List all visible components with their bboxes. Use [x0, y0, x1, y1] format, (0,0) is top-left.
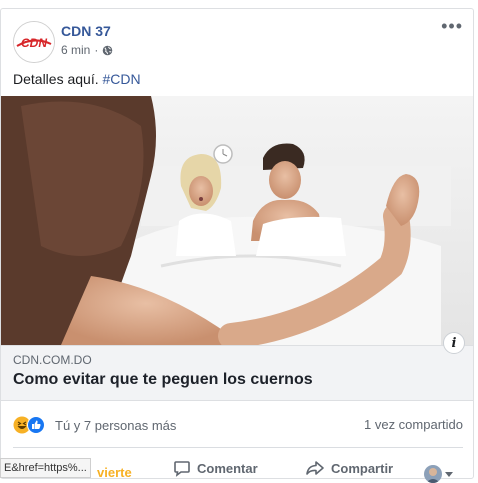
meta-separator: · [94, 43, 99, 57]
more-options-icon[interactable]: ••• [441, 17, 463, 35]
comment-button[interactable]: Comentar [173, 459, 258, 477]
audience-selector[interactable] [424, 465, 453, 483]
link-title[interactable]: Como evitar que te peguen los cuernos [13, 371, 313, 389]
comment-icon [174, 461, 190, 477]
link-domain: CDN.COM.DO [13, 353, 92, 367]
chevron-down-icon [445, 471, 453, 477]
user-avatar [424, 465, 442, 483]
post-text: Detalles aquí. #CDN [13, 71, 141, 87]
reactions-count[interactable]: Tú y 7 personas más [55, 418, 176, 433]
info-icon[interactable]: i [443, 332, 465, 354]
actions-divider [13, 447, 463, 448]
shares-count[interactable]: 1 vez compartido [364, 417, 463, 432]
post-card: CDN CDN 37 6 min · ••• Detalles aquí. #C… [0, 8, 474, 483]
share-icon [306, 461, 324, 475]
post-time[interactable]: 6 min [61, 43, 90, 57]
page-name-link[interactable]: CDN 37 [61, 23, 111, 39]
post-photo [1, 96, 473, 345]
link-preview-image[interactable] [1, 96, 473, 345]
status-url-tooltip: E&href=https%... [0, 458, 91, 478]
post-header: CDN CDN 37 6 min · ••• [13, 17, 463, 63]
cdn-logo-icon: CDN [14, 22, 54, 62]
comment-label: Comentar [197, 460, 258, 476]
page-logo[interactable]: CDN [13, 21, 55, 63]
share-button[interactable]: Compartir [305, 459, 393, 477]
post-text-body: Detalles aquí. [13, 71, 99, 87]
share-label: Compartir [331, 460, 394, 476]
reactions-bar: Tú y 7 personas más 1 vez compartido [13, 415, 463, 435]
post-meta: 6 min · [61, 43, 113, 57]
link-preview[interactable]: CDN.COM.DO Como evitar que te peguen los… [1, 332, 473, 401]
logo-text: CDN [21, 36, 47, 50]
globe-icon[interactable] [102, 45, 113, 56]
hashtag-link[interactable]: #CDN [103, 71, 141, 87]
like-icon [27, 416, 45, 434]
reaction-icons[interactable] [13, 415, 53, 435]
like-button[interactable]: vierte [97, 465, 132, 480]
